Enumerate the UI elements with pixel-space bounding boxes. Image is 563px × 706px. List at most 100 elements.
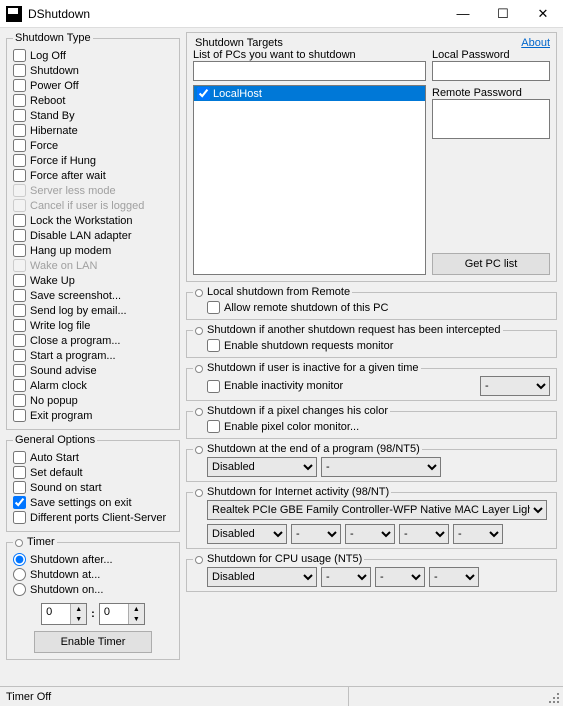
enable-pixel-monitor-checkbox[interactable] [207, 420, 220, 433]
nic-select[interactable]: Realtek PCIe GBE Family Controller-WFP N… [207, 500, 547, 520]
general-soundstart[interactable]: Sound on start [13, 480, 173, 495]
inactivity-time-select[interactable]: - [480, 376, 550, 396]
enable-inactivity-checkbox[interactable] [207, 380, 220, 393]
shutdown-type-forcewait[interactable]: Force after wait [13, 168, 173, 183]
shutdown-type-sendlog[interactable]: Send log by email... [13, 303, 173, 318]
shutdown-type-savess[interactable]: Save screenshot... [13, 288, 173, 303]
shutdown-type-hibernate-checkbox[interactable] [13, 124, 26, 137]
timer-on[interactable]: Shutdown on... [13, 582, 173, 597]
shutdown-type-standby[interactable]: Stand By [13, 108, 173, 123]
shutdown-type-forcehung-checkbox[interactable] [13, 154, 26, 167]
status-bar: Timer Off [0, 686, 563, 706]
shutdown-type-sound[interactable]: Sound advise [13, 363, 173, 378]
endprog-program-select[interactable]: - [321, 457, 441, 477]
shutdown-type-savess-checkbox[interactable] [13, 289, 26, 302]
shutdown-type-dislan[interactable]: Disable LAN adapter [13, 228, 173, 243]
shutdown-type-hibernate[interactable]: Hibernate [13, 123, 173, 138]
general-autostart-checkbox[interactable] [13, 451, 26, 464]
general-diffports[interactable]: Different ports Client-Server [13, 510, 173, 525]
list-item[interactable]: LocalHost [194, 86, 425, 101]
general-diffports-checkbox[interactable] [13, 511, 26, 524]
shutdown-type-shutdown[interactable]: Shutdown [13, 63, 173, 78]
shutdown-type-alarm-label: Alarm clock [30, 380, 87, 392]
shutdown-type-writelog[interactable]: Write log file [13, 318, 173, 333]
shutdown-type-forcewait-checkbox[interactable] [13, 169, 26, 182]
general-setdef-checkbox[interactable] [13, 466, 26, 479]
shutdown-type-force-checkbox[interactable] [13, 139, 26, 152]
cpu-p2-select[interactable]: - [375, 567, 425, 587]
pc-listbox[interactable]: LocalHost [193, 85, 426, 275]
local-password-input[interactable] [432, 61, 550, 81]
shutdown-type-wakeup-checkbox[interactable] [13, 274, 26, 287]
remote-password-input[interactable] [432, 99, 550, 139]
timer-on-radio[interactable] [13, 583, 26, 596]
shutdown-type-poweroff[interactable]: Power Off [13, 78, 173, 93]
internet-p4-select[interactable]: - [453, 524, 503, 544]
shutdown-type-logoff-checkbox[interactable] [13, 49, 26, 62]
timer-at[interactable]: Shutdown at... [13, 567, 173, 582]
timer-at-radio[interactable] [13, 568, 26, 581]
general-options-legend: General Options [13, 434, 97, 446]
shutdown-type-alarm-checkbox[interactable] [13, 379, 26, 392]
shutdown-type-exit[interactable]: Exit program [13, 408, 173, 423]
shutdown-type-closep[interactable]: Close a program... [13, 333, 173, 348]
close-button[interactable]: ✕ [523, 0, 563, 28]
shutdown-type-forcehung[interactable]: Force if Hung [13, 153, 173, 168]
timer-minutes-spinner[interactable]: 0▲▼ [99, 603, 145, 625]
cpu-p3-select[interactable]: - [429, 567, 479, 587]
shutdown-type-hangup[interactable]: Hang up modem [13, 243, 173, 258]
list-filter-input[interactable] [193, 61, 426, 81]
shutdown-type-wakeup[interactable]: Wake Up [13, 273, 173, 288]
shutdown-type-sendlog-label: Send log by email... [30, 305, 127, 317]
cpu-mode-select[interactable]: Disabled [207, 567, 317, 587]
shutdown-type-sound-checkbox[interactable] [13, 364, 26, 377]
general-options-group: General Options Auto StartSet defaultSou… [6, 434, 180, 532]
shutdown-type-hangup-checkbox[interactable] [13, 244, 26, 257]
shutdown-type-nopopup-checkbox[interactable] [13, 394, 26, 407]
shutdown-type-closep-checkbox[interactable] [13, 334, 26, 347]
shutdown-type-writelog-checkbox[interactable] [13, 319, 26, 332]
shutdown-type-shutdown-checkbox[interactable] [13, 64, 26, 77]
shutdown-type-sendlog-checkbox[interactable] [13, 304, 26, 317]
shutdown-type-cancellogged-label: Cancel if user is logged [30, 200, 144, 212]
shutdown-type-lockws[interactable]: Lock the Workstation [13, 213, 173, 228]
resize-grip-icon[interactable] [547, 691, 561, 705]
shutdown-type-force[interactable]: Force [13, 138, 173, 153]
shutdown-type-wol: Wake on LAN [13, 258, 173, 273]
maximize-button[interactable]: ☐ [483, 0, 523, 28]
shutdown-type-startp-checkbox[interactable] [13, 349, 26, 362]
timer-hours-spinner[interactable]: 0▲▼ [41, 603, 87, 625]
shutdown-type-alarm[interactable]: Alarm clock [13, 378, 173, 393]
internet-p3-select[interactable]: - [399, 524, 449, 544]
get-pc-list-button[interactable]: Get PC list [432, 253, 550, 275]
enable-requests-monitor-checkbox[interactable] [207, 339, 220, 352]
about-link[interactable]: About [521, 37, 550, 49]
general-soundstart-checkbox[interactable] [13, 481, 26, 494]
shutdown-type-startp[interactable]: Start a program... [13, 348, 173, 363]
general-autostart[interactable]: Auto Start [13, 450, 173, 465]
shutdown-type-exit-checkbox[interactable] [13, 409, 26, 422]
shutdown-type-reboot[interactable]: Reboot [13, 93, 173, 108]
shutdown-type-logoff[interactable]: Log Off [13, 48, 173, 63]
internet-mode-select[interactable]: Disabled [207, 524, 287, 544]
cpu-p1-select[interactable]: - [321, 567, 371, 587]
internet-p2-select[interactable]: - [345, 524, 395, 544]
minimize-button[interactable]: — [443, 0, 483, 28]
internet-p1-select[interactable]: - [291, 524, 341, 544]
enable-timer-button[interactable]: Enable Timer [34, 631, 152, 653]
timer-after-radio[interactable] [13, 553, 26, 566]
timer-after[interactable]: Shutdown after... [13, 552, 173, 567]
list-item-check[interactable] [197, 87, 210, 100]
general-savesettings[interactable]: Save settings on exit [13, 495, 173, 510]
shutdown-type-dislan-checkbox[interactable] [13, 229, 26, 242]
timer-sep: : [91, 608, 95, 620]
shutdown-type-nopopup[interactable]: No popup [13, 393, 173, 408]
shutdown-type-poweroff-checkbox[interactable] [13, 79, 26, 92]
allow-remote-checkbox[interactable] [207, 301, 220, 314]
shutdown-type-standby-checkbox[interactable] [13, 109, 26, 122]
shutdown-type-lockws-checkbox[interactable] [13, 214, 26, 227]
general-savesettings-checkbox[interactable] [13, 496, 26, 509]
endprog-mode-select[interactable]: Disabled [207, 457, 317, 477]
shutdown-type-reboot-checkbox[interactable] [13, 94, 26, 107]
general-setdef[interactable]: Set default [13, 465, 173, 480]
